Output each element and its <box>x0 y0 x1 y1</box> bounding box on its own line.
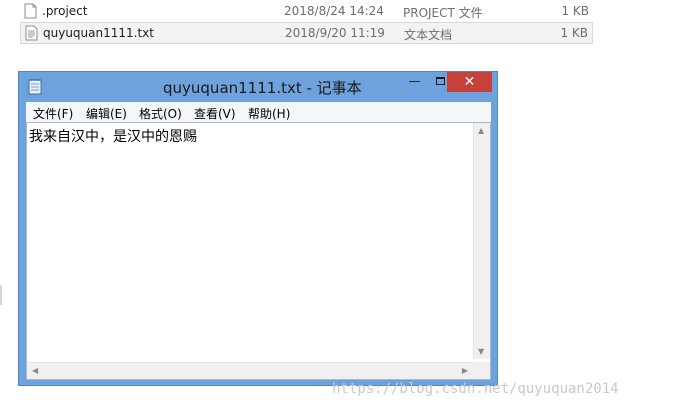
editor-content[interactable]: 我来自汉中，是汉中的恩赐 <box>29 126 197 146</box>
watermark: https://blog.csdn.net/quyuquan2014 <box>332 381 619 397</box>
menu-format[interactable]: 格式(O) <box>139 105 182 122</box>
pane-divider <box>0 285 2 305</box>
horizontal-scrollbar[interactable]: ◀ ▶ <box>27 362 473 379</box>
title-bar[interactable]: quyuquan1111.txt - 记事本 — ✕ <box>19 72 497 100</box>
file-name: quyuquan1111.txt <box>43 26 154 40</box>
file-name: .project <box>42 4 88 18</box>
file-icon <box>24 3 37 19</box>
menu-file[interactable]: 文件(F) <box>33 105 73 122</box>
window-title: quyuquan1111.txt - 记事本 <box>163 79 362 97</box>
text-file-icon <box>25 25 38 41</box>
file-type: 文本文档 <box>404 28 453 42</box>
scroll-left-icon[interactable]: ◀ <box>32 366 38 375</box>
file-date: 2018/8/24 14:24 <box>284 4 384 18</box>
file-row-project[interactable]: .project 2018/8/24 14:24 PROJECT 文件 1 KB <box>20 1 593 23</box>
text-editor[interactable]: 我来自汉中，是汉中的恩赐 ▲ ▼ ◀ ▶ <box>26 122 491 380</box>
maximize-icon <box>436 77 445 85</box>
menu-edit[interactable]: 编辑(E) <box>86 105 127 122</box>
close-button[interactable]: ✕ <box>447 72 492 92</box>
file-type: PROJECT 文件 <box>403 6 483 20</box>
scroll-down-icon[interactable]: ▼ <box>478 347 484 356</box>
minimize-button[interactable]: — <box>401 72 428 92</box>
notepad-window: quyuquan1111.txt - 记事本 — ✕ 文件(F) 编辑(E) 格… <box>18 71 498 386</box>
close-icon: ✕ <box>463 74 476 90</box>
menu-bar: 文件(F) 编辑(E) 格式(O) 查看(V) 帮助(H) <box>26 102 491 122</box>
size-grip[interactable] <box>473 362 490 379</box>
file-size: 1 KB <box>561 4 589 18</box>
minimize-icon: — <box>408 74 421 88</box>
scroll-right-icon[interactable]: ▶ <box>462 366 468 375</box>
file-date: 2018/9/20 11:19 <box>285 26 385 40</box>
file-row-txt[interactable]: quyuquan1111.txt 2018/9/20 11:19 文本文档 1 … <box>20 22 593 44</box>
file-size: 1 KB <box>560 26 588 40</box>
menu-view[interactable]: 查看(V) <box>194 105 236 122</box>
scroll-up-icon[interactable]: ▲ <box>478 126 484 135</box>
notepad-icon <box>28 78 42 95</box>
vertical-scrollbar[interactable]: ▲ ▼ <box>473 123 490 359</box>
menu-help[interactable]: 帮助(H) <box>248 105 290 122</box>
